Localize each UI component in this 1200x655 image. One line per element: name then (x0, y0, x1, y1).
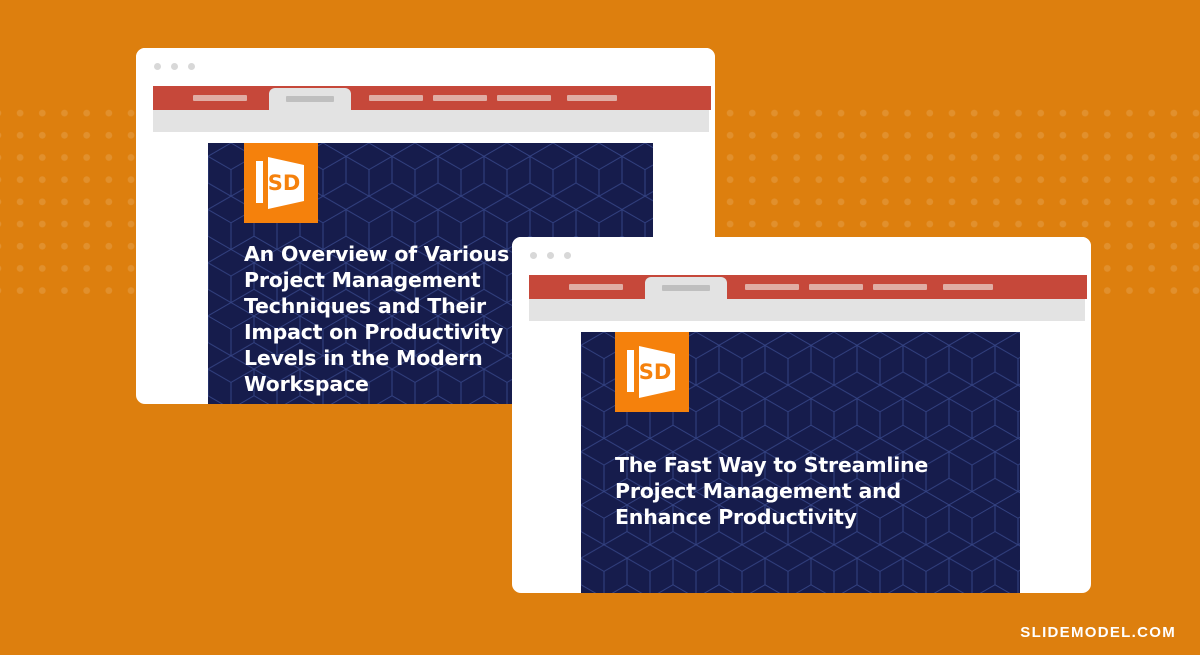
tab-2-active[interactable] (269, 88, 351, 110)
window-titlebar (136, 48, 715, 86)
tab-4[interactable] (809, 284, 863, 290)
tab-1[interactable] (193, 95, 247, 101)
tab-3[interactable] (745, 284, 799, 290)
browser-toolbar[interactable] (529, 299, 1085, 321)
maximize-dot-icon[interactable] (564, 252, 571, 259)
sd-logo-mark: SD (627, 346, 675, 398)
tab-2-label-placeholder (662, 285, 710, 291)
close-dot-icon[interactable] (154, 63, 161, 70)
tab-3[interactable] (369, 95, 423, 101)
tab-1[interactable] (569, 284, 623, 290)
tab-6[interactable] (567, 95, 617, 101)
canvas: SD An Overview of Various Project Manage… (0, 0, 1200, 655)
browser-window-front[interactable]: SD The Fast Way to Streamline Project Ma… (512, 237, 1091, 593)
browser-toolbar[interactable] (153, 110, 709, 132)
slide-title-back: An Overview of Various Project Managemen… (244, 242, 510, 396)
svg-text:SD: SD (639, 360, 672, 384)
slide-title-front: The Fast Way to Streamline Project Manag… (615, 453, 929, 529)
minimize-dot-icon[interactable] (547, 252, 554, 259)
close-dot-icon[interactable] (530, 252, 537, 259)
slidemodel-sd-logo: SD (244, 143, 318, 223)
sd-logo-mark: SD (256, 157, 304, 209)
minimize-dot-icon[interactable] (171, 63, 178, 70)
maximize-dot-icon[interactable] (188, 63, 195, 70)
tab-2-label-placeholder (286, 96, 334, 102)
tab-5[interactable] (873, 284, 927, 290)
window-titlebar (512, 237, 1091, 275)
browser-tab-strip (153, 86, 711, 110)
slide-canvas-front: SD The Fast Way to Streamline Project Ma… (581, 332, 1020, 593)
tab-5[interactable] (497, 95, 551, 101)
tab-4[interactable] (433, 95, 487, 101)
traffic-light-dots (154, 63, 195, 70)
slidemodel-watermark: SLIDEMODEL.COM (1020, 624, 1176, 641)
traffic-light-dots (530, 252, 571, 259)
slidemodel-sd-logo: SD (615, 332, 689, 412)
svg-text:SD: SD (268, 171, 301, 195)
tab-2-active[interactable] (645, 277, 727, 299)
browser-tab-strip (529, 275, 1087, 299)
tab-6[interactable] (943, 284, 993, 290)
